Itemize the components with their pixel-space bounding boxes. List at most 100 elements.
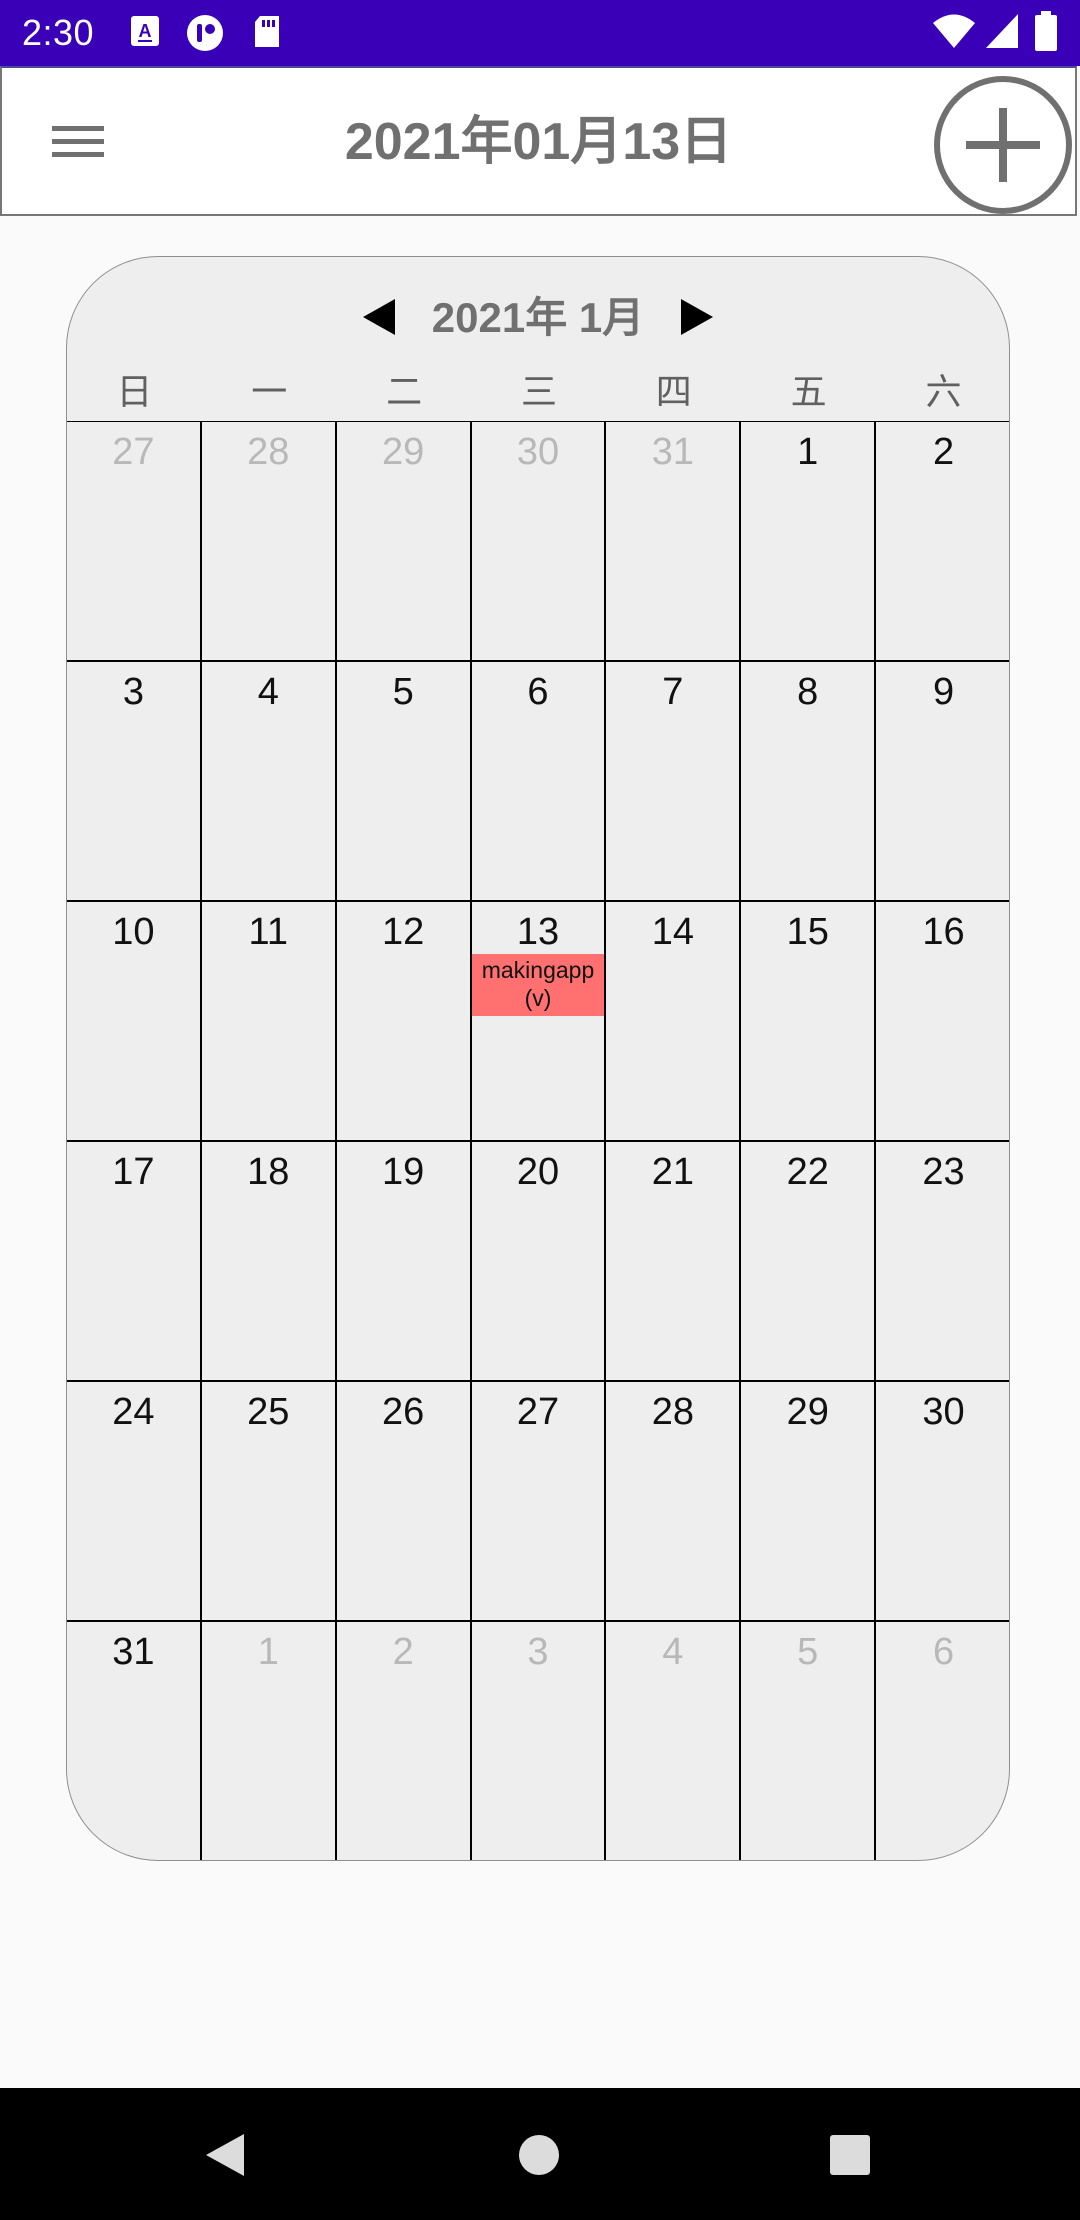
day-cell[interactable]: 20 <box>471 1142 607 1382</box>
day-cell[interactable]: 22 <box>741 1142 877 1382</box>
day-number: 6 <box>933 1631 955 1673</box>
day-number: 6 <box>527 671 549 713</box>
day-cell[interactable]: 5 <box>336 662 472 902</box>
next-month-button[interactable] <box>677 297 717 337</box>
day-number: 31 <box>651 431 694 473</box>
day-number: 27 <box>112 431 155 473</box>
day-cell[interactable]: 31 <box>67 1622 202 1860</box>
day-cell[interactable]: 13 makingapp(v) <box>471 902 607 1142</box>
day-number: 1 <box>797 431 819 473</box>
day-cell[interactable]: 21 <box>606 1142 742 1382</box>
day-cell[interactable]: 29 <box>336 422 472 662</box>
day-number: 30 <box>516 431 560 473</box>
day-cell[interactable]: 19 <box>336 1142 472 1382</box>
day-number: 28 <box>651 1391 694 1433</box>
day-cell[interactable]: 12 <box>336 902 472 1142</box>
weekday-label: 一 <box>251 371 288 412</box>
day-cell[interactable]: 11 <box>201 902 337 1142</box>
nav-home-button[interactable] <box>512 2128 566 2182</box>
day-cell[interactable]: 28 <box>606 1382 742 1622</box>
day-number: 21 <box>651 1151 694 1193</box>
day-cell[interactable]: 30 <box>471 422 607 662</box>
day-cell[interactable]: 5 <box>741 1622 877 1860</box>
day-cell[interactable]: 15 <box>741 902 877 1142</box>
day-number: 11 <box>248 911 288 953</box>
day-cell[interactable]: 31 <box>606 422 742 662</box>
app-bar: 2021年01月13日 <box>0 66 1077 216</box>
day-number: 25 <box>247 1391 290 1433</box>
status-time: 2:30 <box>22 12 95 53</box>
day-cell[interactable]: 14 <box>606 902 742 1142</box>
day-cell[interactable]: 28 <box>201 422 337 662</box>
day-cell[interactable]: 10 <box>67 902 202 1142</box>
day-number: 14 <box>651 911 694 953</box>
day-cell[interactable]: 17 <box>67 1142 202 1382</box>
day-cell[interactable]: 2 <box>337 1622 472 1860</box>
day-cell[interactable]: 6 <box>471 662 607 902</box>
day-number: 10 <box>112 911 155 953</box>
day-number: 19 <box>381 1151 425 1193</box>
day-cell[interactable]: 6 <box>876 1622 1009 1860</box>
day-number: 26 <box>381 1391 425 1433</box>
day-cell[interactable]: 1 <box>741 422 877 662</box>
day-number: 31 <box>112 1631 155 1673</box>
day-cell[interactable]: 30 <box>876 1382 1009 1622</box>
weekday-label: 六 <box>925 371 962 412</box>
day-number: 3 <box>527 1631 549 1673</box>
day-cell[interactable]: 8 <box>741 662 877 902</box>
weekday-label: 日 <box>116 371 153 412</box>
add-event-button[interactable] <box>932 74 1074 216</box>
day-number: 16 <box>922 911 965 953</box>
wifi-icon <box>932 12 976 55</box>
day-cell[interactable]: 7 <box>606 662 742 902</box>
day-number: 4 <box>257 671 279 713</box>
day-number: 5 <box>392 671 414 713</box>
day-cell[interactable]: 4 <box>606 1622 742 1860</box>
day-number: 4 <box>662 1631 684 1673</box>
nav-recents-button[interactable] <box>824 2128 878 2182</box>
battery-icon <box>1034 10 1058 57</box>
day-number: 2 <box>392 1631 414 1673</box>
day-cell[interactable]: 2 <box>876 422 1009 662</box>
day-cell[interactable]: 3 <box>67 662 202 902</box>
keyboard-a-icon: A <box>130 14 160 53</box>
day-cell[interactable]: 9 <box>876 662 1009 902</box>
weekday-header: 日 一 二 三 四 五 六 <box>67 367 1009 417</box>
triangle-right-icon <box>681 299 713 335</box>
day-cell[interactable]: 26 <box>336 1382 472 1622</box>
event-chip[interactable]: makingapp(v) <box>471 954 605 1016</box>
day-number: 27 <box>516 1391 560 1433</box>
app-notification-icon <box>186 14 224 57</box>
day-number: 13 <box>516 911 560 953</box>
day-number: 12 <box>381 911 425 953</box>
status-bar: 2:30 A <box>0 0 1080 66</box>
day-cell[interactable]: 27 <box>471 1382 607 1622</box>
plus-circle-icon <box>934 76 1072 214</box>
day-cell[interactable]: 25 <box>201 1382 337 1622</box>
page-title: 2021年01月13日 <box>344 113 733 171</box>
back-icon <box>206 2134 244 2176</box>
day-cell[interactable]: 24 <box>67 1382 202 1622</box>
day-number: 2 <box>933 431 955 473</box>
svg-text:A: A <box>139 21 152 41</box>
calendar: 2021年 1月 日 一 二 三 四 五 六 27 28 29 30 31 1 2 3 4 5 6 7… <box>66 256 1010 1861</box>
day-number: 30 <box>922 1391 965 1433</box>
recents-icon <box>830 2135 870 2175</box>
day-cell[interactable]: 27 <box>67 422 202 662</box>
day-number: 22 <box>786 1151 829 1193</box>
day-cell[interactable]: 4 <box>201 662 337 902</box>
day-number: 20 <box>516 1151 560 1193</box>
day-cell[interactable]: 18 <box>201 1142 337 1382</box>
day-cell[interactable]: 23 <box>876 1142 1009 1382</box>
day-cell[interactable]: 29 <box>741 1382 877 1622</box>
day-cell[interactable]: 1 <box>202 1622 337 1860</box>
day-number: 15 <box>786 911 829 953</box>
system-nav-bar <box>0 2088 1080 2220</box>
day-number: 18 <box>247 1151 290 1193</box>
day-cell[interactable]: 3 <box>472 1622 607 1860</box>
month-label: 2021年 1月 <box>431 294 645 341</box>
day-number: 29 <box>786 1391 829 1433</box>
nav-back-button[interactable] <box>200 2128 254 2182</box>
day-cell[interactable]: 16 <box>876 902 1009 1142</box>
day-number: 24 <box>112 1391 155 1433</box>
